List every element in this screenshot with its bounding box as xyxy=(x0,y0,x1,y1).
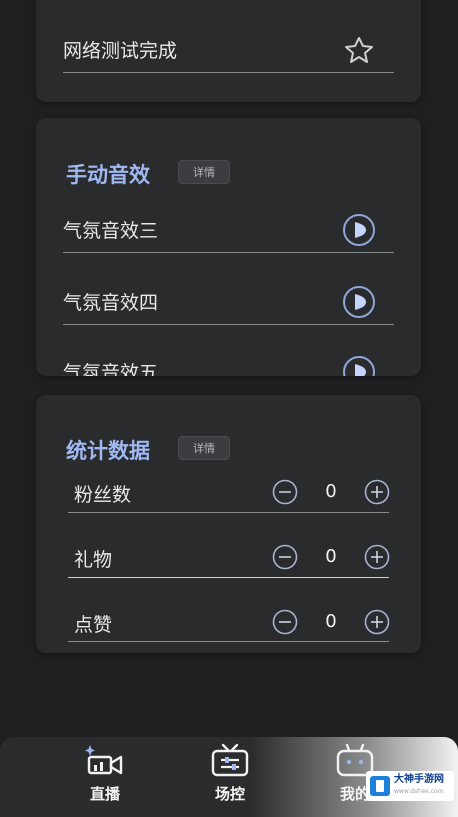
gifts-count: 0 xyxy=(325,546,337,567)
watermark-logo-icon xyxy=(370,776,390,796)
tv-control-icon xyxy=(211,743,249,777)
section-title-manual-effects: 手动音效 xyxy=(66,163,150,187)
play-icon[interactable] xyxy=(342,213,376,247)
stat-label-fans: 粉丝数 xyxy=(74,484,132,506)
nav-item-live[interactable]: 直播 xyxy=(65,743,145,804)
stats-detail-button[interactable]: 详情 xyxy=(178,436,230,460)
manual-effects-card: 手动音效 详情 气氛音效三 气氛音效四 气氛音效五 xyxy=(36,118,421,376)
play-icon[interactable] xyxy=(342,355,376,376)
fans-count: 0 xyxy=(325,481,337,502)
plus-icon[interactable] xyxy=(364,544,390,570)
effect-label: 气氛音效三 xyxy=(63,220,159,242)
minus-icon[interactable] xyxy=(272,544,298,570)
divider xyxy=(63,72,394,73)
nav-label: 直播 xyxy=(89,785,120,803)
watermark-text: 大神手游网 www.dsfree.com xyxy=(394,774,444,798)
likes-count: 0 xyxy=(325,611,337,632)
watermark-title: 大神手游网 xyxy=(394,774,444,785)
minus-icon[interactable] xyxy=(272,609,298,635)
likes-stepper: 0 xyxy=(272,609,390,637)
network-test-label: 网络测试完成 xyxy=(63,40,178,62)
section-title-stats: 统计数据 xyxy=(66,439,150,463)
nav-item-control[interactable]: 场控 xyxy=(190,743,270,804)
live-camera-icon xyxy=(85,745,123,775)
site-watermark: 大神手游网 www.dsfree.com xyxy=(366,771,454,801)
minus-icon[interactable] xyxy=(272,479,298,505)
divider xyxy=(68,512,389,513)
plus-icon[interactable] xyxy=(364,479,390,505)
stats-card: 统计数据 详情 粉丝数 0 礼物 0 点赞 0 xyxy=(36,395,421,653)
divider xyxy=(68,641,389,642)
divider xyxy=(63,252,394,253)
effect-label: 气氛音效四 xyxy=(63,292,159,314)
divider xyxy=(63,324,394,325)
star-icon[interactable] xyxy=(342,35,376,65)
manual-effects-detail-button[interactable]: 详情 xyxy=(178,160,230,184)
play-icon[interactable] xyxy=(342,285,376,319)
stat-label-gifts: 礼物 xyxy=(74,549,113,571)
fans-stepper: 0 xyxy=(272,479,390,507)
effect-label: 气氛音效五 xyxy=(63,362,159,376)
gifts-stepper: 0 xyxy=(272,544,390,572)
stat-label-likes: 点赞 xyxy=(74,614,113,636)
nav-label: 场控 xyxy=(214,785,245,803)
detail-label: 详情 xyxy=(193,442,215,455)
detail-label: 详情 xyxy=(193,166,215,179)
watermark-url: www.dsfree.com xyxy=(394,788,444,795)
network-test-card: 网络测试完成 xyxy=(36,0,421,102)
plus-icon[interactable] xyxy=(364,609,390,635)
divider xyxy=(68,577,389,578)
